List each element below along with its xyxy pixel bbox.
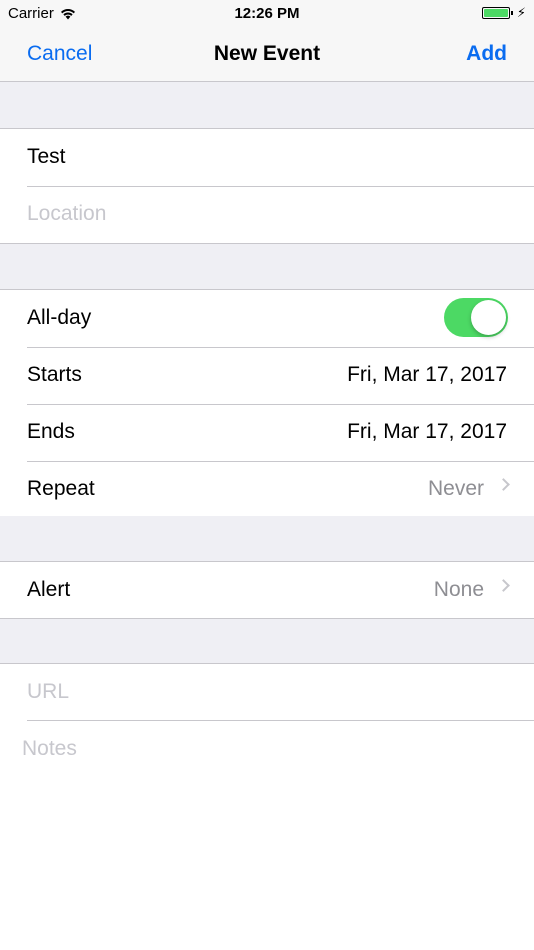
toggle-knob bbox=[471, 300, 506, 335]
all-day-label: All-day bbox=[27, 306, 92, 329]
repeat-value: Never bbox=[427, 477, 484, 500]
alert-label: Alert bbox=[27, 578, 71, 601]
starts-label: Starts bbox=[27, 363, 82, 386]
starts-row[interactable]: Starts Fri, Mar 17, 2017 bbox=[0, 347, 534, 404]
section-spacer bbox=[0, 244, 534, 290]
battery-level bbox=[484, 9, 508, 17]
url-input[interactable] bbox=[27, 677, 507, 707]
clock: 12:26 PM bbox=[234, 5, 300, 22]
ends-label: Ends bbox=[27, 420, 75, 443]
chevron-right-icon bbox=[497, 579, 510, 592]
all-day-toggle[interactable] bbox=[444, 298, 508, 337]
chevron-right-icon bbox=[497, 478, 510, 491]
alert-value: None bbox=[433, 578, 484, 601]
repeat-row[interactable]: Repeat Never bbox=[0, 461, 534, 518]
section-spacer bbox=[0, 82, 534, 128]
event-details-group bbox=[0, 128, 534, 244]
url-row bbox=[0, 664, 534, 721]
section-spacer bbox=[0, 619, 534, 664]
repeat-label: Repeat bbox=[27, 477, 95, 500]
alert-row[interactable]: Alert None bbox=[0, 562, 534, 619]
battery-icon bbox=[482, 7, 513, 19]
extras-group bbox=[0, 663, 534, 721]
title-input[interactable] bbox=[27, 142, 507, 172]
notes-textarea[interactable] bbox=[22, 737, 512, 917]
location-input[interactable] bbox=[27, 199, 507, 229]
title-row bbox=[0, 129, 534, 186]
charging-bolt-icon: ⚡ bbox=[516, 5, 526, 20]
divider bbox=[27, 720, 534, 721]
page-title: New Event bbox=[213, 42, 321, 65]
ends-value: Fri, Mar 17, 2017 bbox=[347, 420, 507, 443]
all-day-row: All-day bbox=[0, 290, 534, 347]
ends-row[interactable]: Ends Fri, Mar 17, 2017 bbox=[0, 404, 534, 461]
navigation-bar: Cancel New Event Add bbox=[0, 28, 534, 82]
starts-value: Fri, Mar 17, 2017 bbox=[347, 363, 507, 386]
section-spacer bbox=[0, 516, 534, 562]
location-row bbox=[0, 186, 534, 243]
alert-group: Alert None bbox=[0, 561, 534, 619]
add-button[interactable]: Add bbox=[466, 42, 507, 66]
status-bar: Carrier 12:26 PM ⚡ bbox=[0, 0, 534, 28]
schedule-group: All-day Starts Fri, Mar 17, 2017 Ends Fr… bbox=[0, 289, 534, 517]
